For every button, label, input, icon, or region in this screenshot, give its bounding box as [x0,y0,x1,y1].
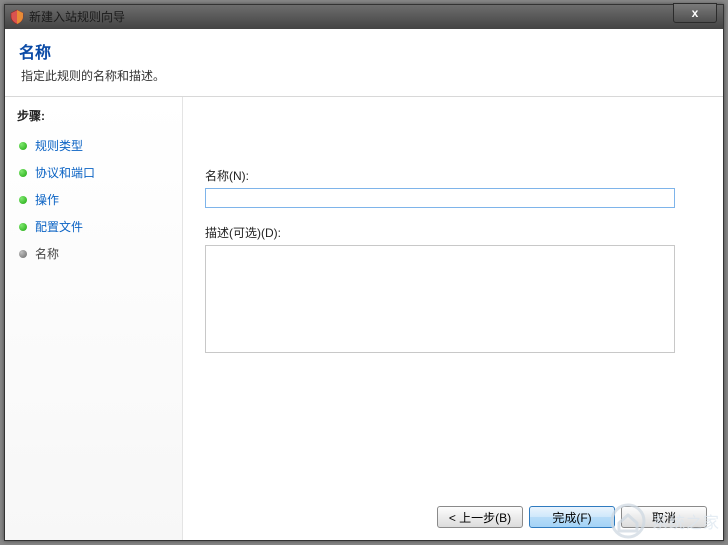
step-protocol-port[interactable]: 协议和端口 [15,159,172,186]
close-icon: x [692,6,699,20]
name-input[interactable] [205,188,675,208]
finish-button[interactable]: 完成(F) [529,506,615,528]
wizard-window: 新建入站规则向导 x 名称 指定此规则的名称和描述。 步骤: 规则类型 协议和端… [4,4,724,541]
desc-label: 描述(可选)(D): [205,224,701,241]
titlebar: 新建入站规则向导 x [5,5,723,29]
step-label: 协议和端口 [35,164,95,181]
step-label: 配置文件 [35,218,83,235]
step-rule-type[interactable]: 规则类型 [15,132,172,159]
close-button[interactable]: x [673,3,717,23]
bullet-icon [19,223,27,231]
window-title: 新建入站规则向导 [29,8,719,25]
cancel-button[interactable]: 取消 [621,506,707,528]
desc-input[interactable] [205,245,675,353]
step-label: 名称 [35,245,59,262]
button-row: < 上一步(B) 完成(F) 取消 [437,506,707,528]
main-panel: 名称(N): 描述(可选)(D): < 上一步(B) 完成(F) 取消 [183,97,723,540]
step-label: 操作 [35,191,59,208]
bullet-icon [19,250,27,258]
steps-label: 步骤: [15,105,172,132]
bullet-icon [19,142,27,150]
bullet-icon [19,169,27,177]
step-profile[interactable]: 配置文件 [15,213,172,240]
page-subtitle: 指定此规则的名称和描述。 [21,67,709,84]
name-label: 名称(N): [205,167,701,184]
back-button[interactable]: < 上一步(B) [437,506,523,528]
app-icon [9,9,25,25]
desc-field-group: 描述(可选)(D): [205,224,701,356]
page-title: 名称 [19,39,709,63]
step-action[interactable]: 操作 [15,186,172,213]
bullet-icon [19,196,27,204]
body: 步骤: 规则类型 协议和端口 操作 配置文件 名称 [5,97,723,540]
header: 名称 指定此规则的名称和描述。 [5,29,723,97]
name-field-group: 名称(N): [205,167,701,208]
step-label: 规则类型 [35,137,83,154]
step-name[interactable]: 名称 [15,240,172,267]
steps-sidebar: 步骤: 规则类型 协议和端口 操作 配置文件 名称 [5,97,183,540]
